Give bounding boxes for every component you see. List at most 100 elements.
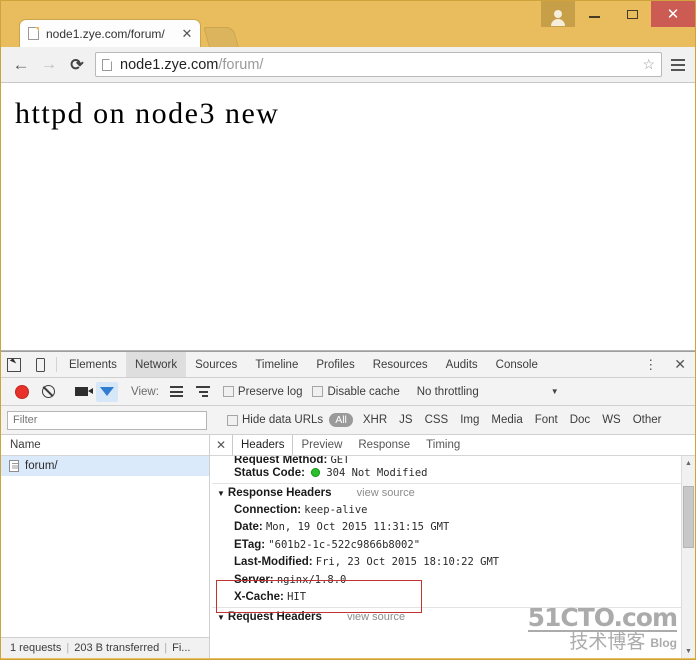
filter-type-other[interactable]: Other	[627, 414, 668, 426]
forward-button[interactable]: →	[35, 51, 63, 79]
scroll-thumb[interactable]	[682, 486, 694, 548]
throttling-select[interactable]: No throttling ▼	[417, 386, 559, 398]
request-name: forum/	[25, 460, 58, 472]
tab-preview[interactable]: Preview	[293, 435, 350, 455]
headers-scrollbar[interactable]: ▲ ▼	[681, 456, 695, 658]
filter-type-img[interactable]: Img	[454, 414, 485, 426]
inspect-element-button[interactable]	[1, 352, 27, 377]
arrow-left-icon: ←	[12, 54, 30, 74]
tab-strip: ✕ node1.zye.com/forum/ ✕	[1, 1, 695, 47]
tab-timeline[interactable]: Timeline	[246, 352, 307, 377]
close-tab-icon[interactable]: ✕	[180, 26, 194, 42]
preserve-log-checkbox[interactable]: Preserve log	[222, 385, 303, 398]
request-list-header: Name	[1, 435, 209, 456]
bookmark-star-icon[interactable]: ☆	[642, 56, 655, 73]
tab-profiles[interactable]: Profiles	[307, 352, 363, 377]
waterfall-view-button[interactable]	[190, 386, 216, 397]
header-line-x-cache: X-Cache: HIT	[212, 589, 681, 607]
devtools-close-button[interactable]: ✕	[665, 352, 695, 377]
page-info-icon[interactable]	[102, 58, 112, 71]
scroll-track[interactable]	[682, 470, 696, 644]
header-value: "601b2-1c-522c9866b8002"	[268, 538, 421, 551]
request-list-panel: Name forum/ 1 requests | 203 B transferr…	[1, 435, 210, 658]
section-title: Request Headers	[227, 610, 322, 623]
browser-tab[interactable]: node1.zye.com/forum/ ✕	[19, 19, 201, 47]
filter-toggle-button[interactable]	[94, 381, 120, 402]
filter-type-css[interactable]: CSS	[419, 414, 455, 426]
devtools-more-button[interactable]: ⋮	[636, 352, 665, 377]
header-key: Date:	[234, 521, 263, 533]
tab-console[interactable]: Console	[487, 352, 547, 377]
request-headers-section[interactable]: ▼ Request Headers view source	[212, 606, 681, 626]
transferred-size: 203 B transferred	[74, 642, 160, 654]
filter-type-all[interactable]: All	[329, 413, 353, 427]
divider: |	[164, 642, 168, 654]
header-value: nginx/1.8.0	[276, 573, 347, 586]
view-source-link[interactable]: view source	[347, 611, 405, 623]
header-line-truncated	[212, 626, 681, 635]
minimize-button[interactable]	[575, 1, 613, 27]
hide-data-urls-checkbox[interactable]: Hide data URLs	[227, 414, 323, 426]
scroll-up-button[interactable]: ▲	[682, 456, 696, 470]
headers-pane: Request Method: GET Status Code: 304 Not…	[210, 456, 695, 658]
tab-elements[interactable]: Elements	[60, 352, 126, 377]
close-window-button[interactable]: ✕	[651, 1, 695, 27]
disable-cache-checkbox[interactable]: Disable cache	[312, 386, 400, 398]
record-button[interactable]	[9, 385, 35, 398]
divider	[56, 357, 57, 372]
filter-input[interactable]	[7, 410, 207, 430]
header-value: HIT	[287, 591, 307, 603]
reload-button[interactable]: ⟳	[63, 51, 91, 79]
address-bar[interactable]: node1.zye.com/forum/ ☆	[95, 52, 662, 77]
maximize-button[interactable]	[613, 1, 651, 27]
divider: |	[66, 642, 70, 654]
finish-time: Fi...	[172, 642, 191, 654]
header-key: ETag:	[234, 538, 266, 551]
filter-type-font[interactable]: Font	[529, 414, 564, 426]
close-detail-button[interactable]: ✕	[210, 435, 232, 455]
page-heading: httpd on node3 new	[15, 97, 280, 130]
filter-type-xhr[interactable]: XHR	[357, 414, 393, 426]
header-line-connection: Connection: keep-alive	[212, 502, 681, 520]
list-view-button[interactable]	[164, 386, 190, 397]
header-value: 304 Not Modified	[326, 467, 428, 479]
header-value: keep-alive	[304, 503, 368, 516]
chevron-down-icon: ▼	[217, 612, 225, 622]
filter-type-js[interactable]: JS	[393, 414, 418, 426]
clear-button[interactable]	[35, 385, 61, 398]
capture-screenshots-button[interactable]	[68, 387, 94, 396]
tab-sources[interactable]: Sources	[186, 352, 246, 377]
header-line-etag: ETag: "601b2-1c-522c9866b8002"	[212, 537, 681, 555]
tab-audits[interactable]: Audits	[437, 352, 487, 377]
filter-icon	[100, 387, 114, 396]
tab-network[interactable]: Network	[125, 352, 187, 377]
filter-type-ws[interactable]: WS	[596, 414, 627, 426]
filter-type-media[interactable]: Media	[485, 414, 528, 426]
new-tab-button[interactable]	[203, 27, 239, 47]
view-source-link[interactable]: view source	[357, 487, 415, 499]
toggle-device-mode-button[interactable]	[27, 352, 53, 377]
tab-resources[interactable]: Resources	[364, 352, 437, 377]
filter-type-doc[interactable]: Doc	[564, 414, 596, 426]
tab-headers[interactable]: Headers	[232, 435, 294, 455]
scroll-down-button[interactable]: ▼	[682, 644, 696, 658]
headers-scroll-content: Request Method: GET Status Code: 304 Not…	[210, 456, 681, 658]
close-icon: ✕	[666, 6, 680, 23]
request-detail-panel: ✕ Headers Preview Response Timing Reques…	[210, 435, 695, 658]
arrow-right-icon: →	[41, 55, 57, 73]
response-headers-section[interactable]: ▼ Response Headers view source	[212, 482, 681, 502]
chrome-menu-button[interactable]	[667, 52, 689, 78]
browser-window: ✕ node1.zye.com/forum/ ✕ ← → ⟳ node1.zye…	[0, 0, 696, 660]
header-value: Fri, 23 Oct 2015 18:10:22 GMT	[315, 556, 500, 568]
profile-button[interactable]	[541, 1, 575, 27]
list-icon	[170, 386, 184, 397]
url-path: /forum/	[218, 56, 264, 73]
back-button[interactable]: ←	[7, 51, 35, 79]
preserve-log-label: Preserve log	[237, 385, 303, 398]
clear-icon	[41, 385, 55, 398]
table-row[interactable]: forum/	[1, 456, 209, 476]
tab-response[interactable]: Response	[350, 435, 418, 455]
header-key: Last-Modified:	[234, 556, 313, 568]
tab-timing[interactable]: Timing	[418, 435, 468, 455]
